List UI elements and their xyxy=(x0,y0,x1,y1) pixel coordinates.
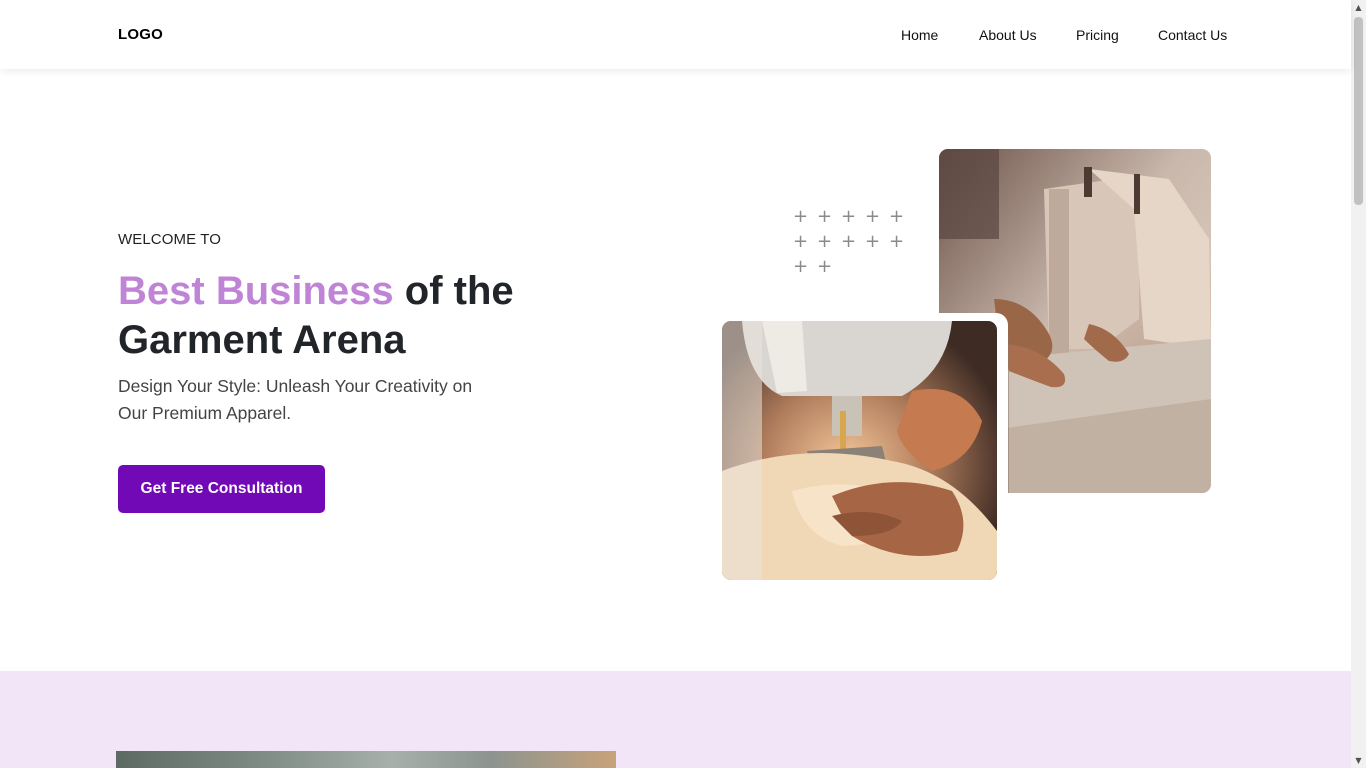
scroll-down-arrow-icon[interactable]: ▼ xyxy=(1351,753,1366,768)
nav-link-pricing[interactable]: Pricing xyxy=(1076,27,1119,43)
welcome-label: WELCOME TO xyxy=(118,231,221,248)
sewing-closeup-photo xyxy=(722,321,997,580)
workshop-photo xyxy=(116,751,616,768)
nav-link-about-us[interactable]: About Us xyxy=(979,27,1037,43)
nav-link-home[interactable]: Home xyxy=(901,27,938,43)
nav-link-contact-us[interactable]: Contact Us xyxy=(1158,27,1227,43)
logo[interactable]: LOGO xyxy=(118,26,163,43)
scroll-up-arrow-icon[interactable]: ▲ xyxy=(1351,0,1366,15)
plus-pattern-icon: + + + + + + + + + + + + xyxy=(793,206,905,277)
lower-section xyxy=(0,671,1351,768)
navbar: LOGO Home About Us Pricing Contact Us xyxy=(0,0,1351,69)
hero-subtext: Design Your Style: Unleash Your Creativi… xyxy=(118,376,473,423)
scroll-thumb[interactable] xyxy=(1354,17,1363,205)
page-scrollbar[interactable]: ▲ ▼ xyxy=(1351,0,1366,768)
hero-section: WELCOME TO Best Business of the Garment … xyxy=(0,69,1351,671)
hero-headline: Best Business of the Garment Arena xyxy=(118,267,538,365)
headline-accent: Best Business xyxy=(118,269,394,313)
get-free-consultation-button[interactable]: Get Free Consultation xyxy=(118,465,325,513)
